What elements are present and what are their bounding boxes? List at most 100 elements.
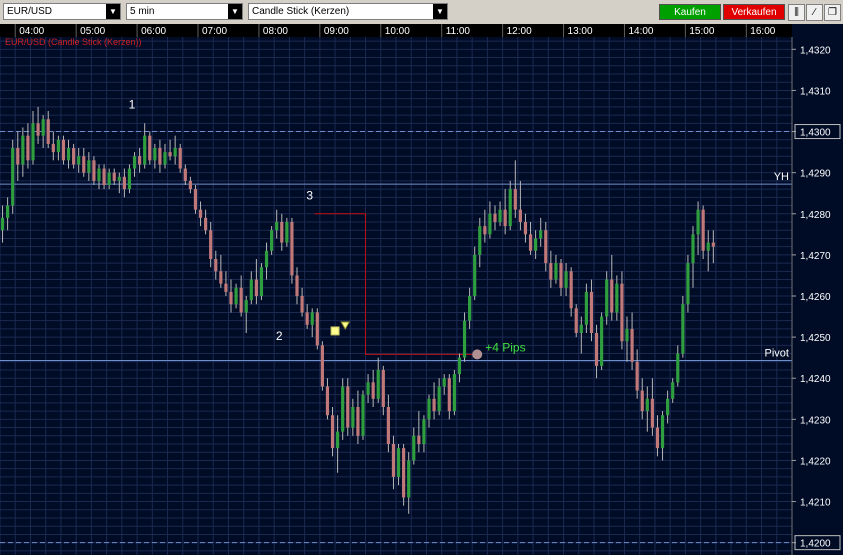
candle-body[interactable] bbox=[6, 205, 10, 218]
candle-body[interactable] bbox=[0, 217, 5, 231]
candle-body[interactable] bbox=[579, 324, 583, 333]
candle-body[interactable] bbox=[671, 382, 675, 399]
candle-body[interactable] bbox=[193, 189, 198, 210]
candle-body[interactable] bbox=[270, 230, 274, 251]
candle-body[interactable] bbox=[427, 398, 431, 420]
candle-body[interactable] bbox=[138, 156, 142, 165]
candle-body[interactable] bbox=[468, 296, 472, 321]
candle-body[interactable] bbox=[483, 226, 487, 235]
candle-body[interactable] bbox=[132, 156, 137, 169]
candle-body[interactable] bbox=[452, 374, 456, 412]
candle-body[interactable] bbox=[605, 279, 609, 317]
candle-body[interactable] bbox=[564, 271, 568, 288]
candle-body[interactable] bbox=[513, 189, 517, 210]
candle-body[interactable] bbox=[112, 172, 116, 181]
candle-body[interactable] bbox=[396, 448, 401, 477]
candle-body[interactable] bbox=[102, 168, 106, 185]
candle-body[interactable] bbox=[31, 123, 35, 161]
candle-body[interactable] bbox=[635, 361, 639, 391]
candle-body[interactable] bbox=[518, 209, 522, 222]
candle-body[interactable] bbox=[386, 407, 390, 444]
candlestick-chart[interactable]: YH Pivot +4 Pips 1 2 3 04:00 05:00 06:00 07:00… bbox=[0, 24, 843, 555]
candle-body[interactable] bbox=[178, 148, 182, 169]
candle-body[interactable] bbox=[559, 263, 563, 288]
candle-body[interactable] bbox=[478, 226, 482, 255]
candle-body[interactable] bbox=[122, 176, 126, 190]
candle-body[interactable] bbox=[275, 222, 279, 231]
candle-body[interactable] bbox=[691, 234, 695, 264]
candle-body[interactable] bbox=[336, 431, 340, 449]
candle-body[interactable] bbox=[82, 156, 86, 173]
candle-body[interactable] bbox=[239, 287, 243, 313]
candle-body[interactable] bbox=[544, 230, 548, 264]
candle-body[interactable] bbox=[554, 263, 558, 280]
candle-body[interactable] bbox=[630, 328, 634, 362]
candle-body[interactable] bbox=[462, 320, 467, 358]
candle-body[interactable] bbox=[473, 254, 477, 296]
candle-body[interactable] bbox=[341, 386, 345, 432]
candle-body[interactable] bbox=[676, 353, 680, 383]
candle-body[interactable] bbox=[706, 242, 710, 251]
candle-body[interactable] bbox=[584, 291, 588, 325]
candle-body[interactable] bbox=[280, 222, 284, 243]
candle-body[interactable] bbox=[381, 370, 385, 407]
candle-body[interactable] bbox=[92, 160, 96, 181]
candle-body[interactable] bbox=[153, 148, 157, 161]
candle-body[interactable] bbox=[366, 382, 370, 395]
candle-body[interactable] bbox=[285, 222, 289, 243]
candle-body[interactable] bbox=[36, 123, 40, 136]
candle-body[interactable] bbox=[51, 143, 55, 153]
candle-body[interactable] bbox=[254, 279, 258, 296]
candle-body[interactable] bbox=[320, 345, 324, 387]
candle-body[interactable] bbox=[214, 259, 218, 272]
candle-body[interactable] bbox=[351, 407, 355, 428]
candle-body[interactable] bbox=[259, 267, 264, 296]
candle-body[interactable] bbox=[244, 300, 248, 313]
candle-body[interactable] bbox=[442, 378, 446, 387]
candle-body[interactable] bbox=[87, 160, 91, 173]
candle-body[interactable] bbox=[188, 180, 192, 190]
candle-body[interactable] bbox=[402, 448, 406, 498]
candle-body[interactable] bbox=[711, 242, 715, 247]
candle-body[interactable] bbox=[660, 415, 665, 449]
candle-body[interactable] bbox=[640, 390, 644, 412]
candle-body[interactable] bbox=[600, 316, 604, 366]
candle-body[interactable] bbox=[422, 419, 426, 444]
candle-body[interactable] bbox=[417, 435, 421, 444]
candle-body[interactable] bbox=[56, 139, 60, 153]
candle-body[interactable] bbox=[681, 304, 685, 354]
candle-body[interactable] bbox=[310, 312, 314, 325]
candle-body[interactable] bbox=[290, 222, 294, 276]
candle-body[interactable] bbox=[77, 156, 81, 165]
candle-body[interactable] bbox=[549, 263, 553, 280]
candle-body[interactable] bbox=[650, 398, 654, 428]
candle-body[interactable] bbox=[11, 148, 15, 206]
candle-body[interactable] bbox=[523, 222, 528, 235]
candle-body[interactable] bbox=[539, 230, 543, 239]
candle-body[interactable] bbox=[300, 296, 304, 313]
candle-body[interactable] bbox=[330, 415, 335, 449]
candle-body[interactable] bbox=[229, 291, 233, 305]
candle-body[interactable] bbox=[143, 135, 147, 165]
candle-body[interactable] bbox=[615, 283, 619, 313]
draw-line-icon[interactable]: ∕ bbox=[806, 4, 823, 21]
candle-body[interactable] bbox=[16, 148, 20, 165]
candle-body[interactable] bbox=[534, 238, 538, 251]
candle-body[interactable] bbox=[346, 386, 350, 428]
candle-body[interactable] bbox=[66, 148, 71, 161]
candle-body[interactable] bbox=[625, 328, 629, 342]
candle-body[interactable] bbox=[407, 460, 411, 498]
candle-body[interactable] bbox=[26, 135, 30, 161]
candle-body[interactable] bbox=[117, 176, 121, 181]
candle-body[interactable] bbox=[696, 209, 700, 235]
candle-body[interactable] bbox=[315, 312, 319, 346]
candle-body[interactable] bbox=[234, 287, 238, 305]
candle-body[interactable] bbox=[173, 148, 177, 157]
candle-body[interactable] bbox=[569, 271, 573, 309]
candle-body[interactable] bbox=[437, 386, 441, 412]
candle-body[interactable] bbox=[371, 382, 375, 399]
candle-body[interactable] bbox=[391, 444, 396, 477]
candle-body[interactable] bbox=[97, 168, 101, 181]
candle-body[interactable] bbox=[508, 189, 512, 227]
candle-body[interactable] bbox=[204, 217, 208, 231]
